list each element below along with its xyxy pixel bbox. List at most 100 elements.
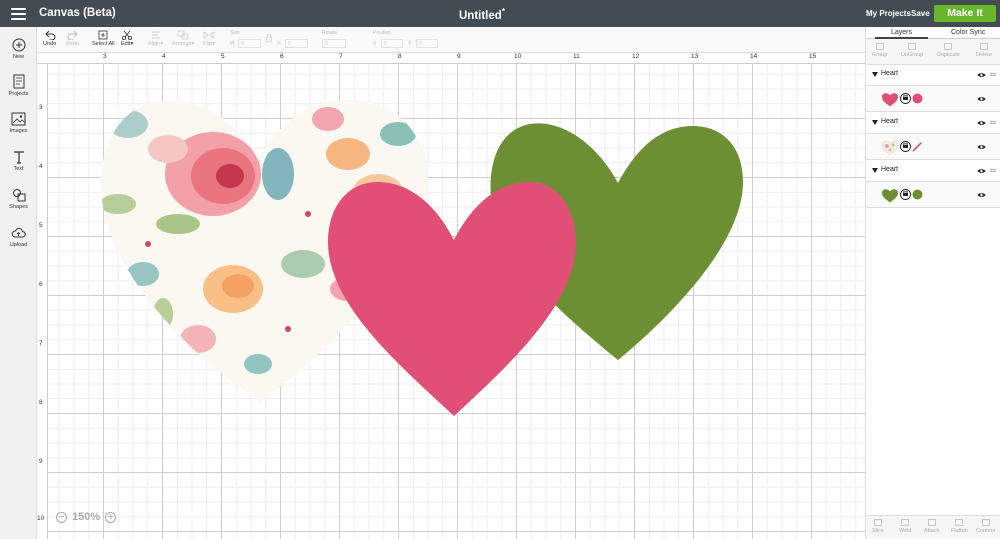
redo-button[interactable]: Redo (66, 30, 79, 47)
sidebar-item-label: Upload (9, 242, 28, 248)
projects-icon (13, 74, 24, 89)
layer-item[interactable] (866, 134, 1000, 160)
position-label: Position (373, 30, 391, 36)
ruler-tick: 9 (39, 458, 43, 465)
shapes-icon (12, 189, 25, 202)
layer-group-row[interactable]: Heart (866, 160, 1000, 182)
ruler-tick: 10 (37, 515, 45, 522)
ruler-left: 3 4 5 6 7 8 9 10 (37, 64, 48, 539)
color-swatch[interactable] (912, 93, 923, 104)
drag-handle-icon[interactable] (990, 169, 996, 173)
group-icon (875, 43, 884, 50)
expand-triangle-icon[interactable] (872, 120, 878, 125)
layer-actions-top: Group UnGroup Duplicate Delete (866, 39, 1000, 65)
zoom-in-button[interactable]: + (105, 511, 117, 523)
drag-handle-icon[interactable] (990, 73, 996, 77)
upload-cloud-icon (11, 228, 26, 238)
ruler-tick: 4 (39, 163, 43, 170)
layer-group-name: Heart (881, 118, 899, 125)
make-it-button[interactable]: Make It (934, 5, 996, 22)
pen-icon[interactable] (912, 141, 923, 152)
save-link[interactable]: Save (911, 9, 930, 18)
select-all-icon (98, 30, 108, 40)
tab-layers[interactable]: Layers (874, 29, 929, 39)
print-icon[interactable] (900, 141, 911, 152)
duplicate-button[interactable]: Duplicate (937, 43, 960, 58)
ruler-tick: 6 (280, 53, 284, 60)
sidebar-item-label: Images (9, 128, 28, 134)
eye-icon[interactable] (977, 120, 986, 126)
width-field[interactable]: 0 (238, 39, 261, 48)
drag-handle-icon[interactable] (990, 121, 996, 125)
ungroup-button[interactable]: UnGroup (901, 43, 923, 58)
eye-icon[interactable] (977, 144, 986, 150)
ruler-top: 3 4 5 6 7 8 9 10 11 12 13 14 15 (37, 53, 865, 64)
attach-button[interactable]: Attach (924, 519, 940, 534)
flip-menu-button[interactable]: Flip▾ (203, 30, 215, 47)
sidebar-item-projects[interactable]: Projects (0, 74, 37, 97)
print-icon[interactable] (900, 189, 911, 200)
layer-actions-bottom: Slice Weld Attach Flatten Contour (866, 515, 1000, 539)
align-menu-button[interactable]: Align▾ (148, 30, 163, 47)
contour-button[interactable]: Contour (976, 519, 996, 534)
ruler-tick: 7 (339, 53, 343, 60)
group-button[interactable]: Group (872, 43, 887, 58)
arrange-menu-button[interactable]: Arrange▾ (172, 30, 194, 47)
heart-thumbnail-green (882, 189, 898, 203)
expand-triangle-icon[interactable] (872, 72, 878, 77)
layer-group-name: Heart (881, 70, 899, 77)
redo-icon (67, 30, 78, 40)
sidebar-item-upload[interactable]: Upload (0, 226, 37, 248)
layer-item[interactable] (866, 86, 1000, 112)
expand-triangle-icon[interactable] (872, 168, 878, 173)
pink-heart[interactable] (328, 182, 576, 416)
weld-button[interactable]: Weld (899, 519, 911, 534)
sidebar-item-text[interactable]: Text (0, 150, 37, 172)
sidebar-item-images[interactable]: Images (0, 112, 37, 134)
ruler-tick: 11 (573, 53, 580, 60)
sidebar-item-label: Shapes (9, 204, 28, 210)
zoom-out-button[interactable]: − (56, 511, 67, 523)
eye-icon[interactable] (977, 168, 986, 174)
ruler-tick: 7 (39, 340, 43, 347)
tab-color-sync[interactable]: Color Sync (951, 29, 985, 36)
document-title[interactable]: Untitled* (459, 7, 505, 22)
undo-button[interactable]: Undo (43, 30, 56, 47)
layer-group-row[interactable]: Heart (866, 112, 1000, 134)
ruler-tick: 12 (632, 53, 640, 60)
eye-icon[interactable] (977, 96, 986, 102)
my-projects-link[interactable]: My Projects (866, 9, 911, 18)
delete-label: Delete (976, 52, 992, 58)
flatten-button[interactable]: Flatten (951, 519, 968, 534)
y-field[interactable]: 0 (416, 39, 438, 48)
select-all-button[interactable]: Select All (92, 30, 115, 47)
sidebar-item-new[interactable]: New (0, 38, 37, 60)
slice-label: Slice (872, 528, 884, 534)
slice-button[interactable]: Slice (872, 519, 884, 534)
slice-icon (873, 519, 882, 526)
eye-icon[interactable] (977, 192, 986, 198)
eye-icon[interactable] (977, 72, 986, 78)
panel-tabs: Layers Color Sync (866, 27, 1000, 39)
layers-panel: Layers Color Sync Group UnGroup Duplicat… (865, 27, 1000, 539)
edit-menu-button[interactable]: Edit▾ (121, 30, 133, 47)
sidebar-item-shapes[interactable]: Shapes (0, 188, 37, 210)
ruler-tick: 6 (39, 281, 43, 288)
lock-icon[interactable] (266, 33, 272, 42)
x-field[interactable]: 0 (381, 39, 403, 48)
flatten-label: Flatten (951, 528, 968, 534)
rotate-field[interactable]: 0 (322, 39, 346, 48)
zoom-control: − 150% + (56, 511, 117, 525)
top-bar: Canvas (Beta) Untitled* My Projects Save… (0, 0, 1000, 27)
layer-item[interactable] (866, 182, 1000, 208)
rotate-label: Rotate (322, 30, 337, 36)
hamburger-menu-icon[interactable] (11, 8, 26, 20)
print-icon[interactable] (900, 93, 911, 104)
color-swatch[interactable] (912, 189, 923, 200)
ruler-tick: 8 (398, 53, 402, 60)
layer-group-row[interactable]: Heart (866, 64, 1000, 86)
delete-button[interactable]: Delete (976, 43, 992, 58)
x-label: X (373, 41, 377, 47)
design-canvas[interactable] (48, 64, 865, 539)
height-field[interactable]: 0 (285, 39, 308, 48)
